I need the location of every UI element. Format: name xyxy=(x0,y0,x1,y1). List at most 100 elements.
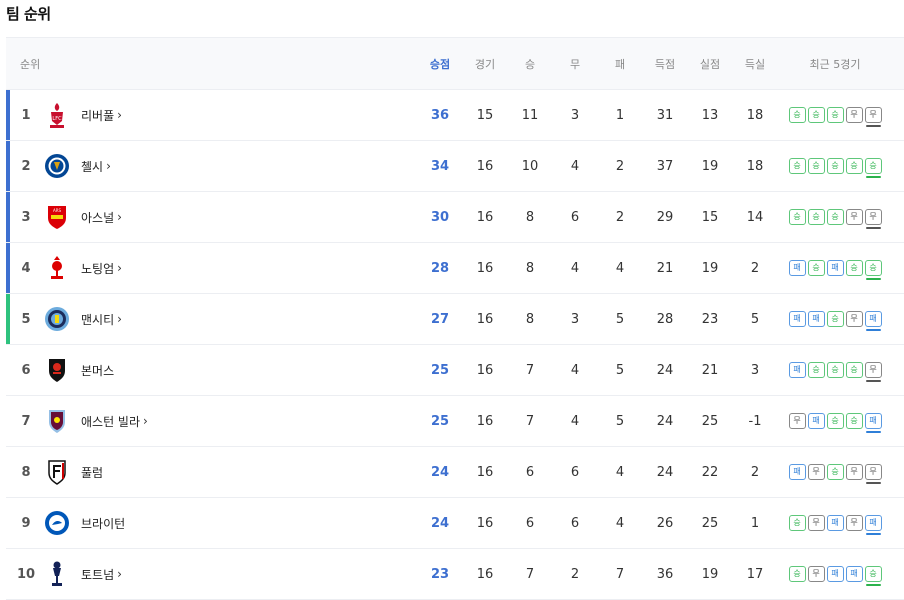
team-name-link[interactable]: 본머스 xyxy=(81,345,281,395)
chevron-right-icon: › xyxy=(106,159,111,173)
goal-diff: 3 xyxy=(750,362,760,378)
rank: 10 xyxy=(16,566,36,582)
points: 36 xyxy=(430,107,450,123)
form-badge: 승 xyxy=(788,158,806,174)
header-goals-against[interactable]: 실점 xyxy=(690,38,730,89)
form-badge: 무 xyxy=(845,464,863,480)
form-badge: 무 xyxy=(788,413,806,429)
table-row[interactable]: 1 LFC 리버풀 › 36 15 11 3 1 31 13 18 승 승 승 무 무 xyxy=(6,90,904,141)
form-badge: 무 xyxy=(845,209,863,225)
goal-diff: 18 xyxy=(746,107,764,123)
goal-diff: 14 xyxy=(746,209,764,225)
drawn: 4 xyxy=(570,413,580,429)
goals-against: 15 xyxy=(701,209,719,225)
rank: 4 xyxy=(21,260,31,276)
goals-for: 24 xyxy=(656,413,674,429)
goal-diff: 1 xyxy=(750,515,760,531)
form-badge: 승 xyxy=(864,566,882,586)
rank: 3 xyxy=(21,209,31,225)
form-badge: 패 xyxy=(845,566,863,582)
lost: 1 xyxy=(615,107,625,123)
lost: 4 xyxy=(615,515,625,531)
liverpool-crest-icon: LFC xyxy=(40,90,74,140)
form-badge: 승 xyxy=(826,158,844,174)
rank: 1 xyxy=(21,107,31,123)
team-name: 아스널 xyxy=(81,210,115,225)
header-played[interactable]: 경기 xyxy=(465,38,505,89)
header-drawn[interactable]: 무 xyxy=(555,38,595,89)
goals-for: 24 xyxy=(656,464,674,480)
team-name-link[interactable]: 노팅엄 › xyxy=(81,243,281,293)
goals-against: 13 xyxy=(701,107,719,123)
table-row[interactable]: 2 첼시 › 34 16 10 4 2 37 19 18 승 승 승 승 승 xyxy=(6,141,904,192)
lost: 5 xyxy=(615,362,625,378)
table-row[interactable]: 3 ARS 아스널 › 30 16 8 6 2 29 15 14 승 승 승 무 무 xyxy=(6,192,904,243)
arsenal-crest-icon: ARS xyxy=(40,192,74,242)
header-won[interactable]: 승 xyxy=(510,38,550,89)
form-badge: 무 xyxy=(845,311,863,327)
lost: 5 xyxy=(615,413,625,429)
recent-form: 승승승무무 xyxy=(781,90,889,140)
team-name-link[interactable]: 맨시티 › xyxy=(81,294,281,344)
form-badge: 패 xyxy=(788,362,806,378)
team-name-link[interactable]: 토트넘 › xyxy=(81,549,281,599)
goals-for: 37 xyxy=(656,158,674,174)
team-name-link[interactable]: 리버풀 › xyxy=(81,90,281,140)
team-name-link[interactable]: 브라이턴 xyxy=(81,498,281,548)
svg-text:ARS: ARS xyxy=(53,208,62,213)
chelsea-crest-icon xyxy=(40,141,74,191)
table-row[interactable]: 4 노팅엄 › 28 16 8 4 4 21 19 2 패 승 패 승 승 xyxy=(6,243,904,294)
goals-against: 21 xyxy=(701,362,719,378)
form-badge: 승 xyxy=(864,158,882,178)
goal-diff: 17 xyxy=(746,566,764,582)
header-goals-for[interactable]: 득점 xyxy=(645,38,685,89)
form-badge: 패 xyxy=(807,413,825,429)
rank: 5 xyxy=(21,311,31,327)
header-goal-diff[interactable]: 득실 xyxy=(735,38,775,89)
played: 16 xyxy=(476,464,494,480)
form-badge: 승 xyxy=(807,209,825,225)
played: 16 xyxy=(476,362,494,378)
table-row[interactable]: 10 토트넘 › 23 16 7 2 7 36 19 17 승 무 패 패 승 xyxy=(6,549,904,600)
form-badge: 무 xyxy=(864,464,882,484)
rank: 9 xyxy=(21,515,31,531)
chevron-right-icon: › xyxy=(143,414,148,428)
table-row[interactable]: 6 본머스 25 16 7 4 5 24 21 3 패 승 승 승 무 xyxy=(6,345,904,396)
lost: 2 xyxy=(615,158,625,174)
page-title: 팀 순위 xyxy=(6,5,51,23)
header-points[interactable]: 승점 xyxy=(420,38,460,89)
form-badge: 승 xyxy=(807,362,825,378)
recent-form: 패패승무패 xyxy=(781,294,889,344)
goals-against: 19 xyxy=(701,260,719,276)
team-name-link[interactable]: 풀럼 xyxy=(81,447,281,497)
won: 10 xyxy=(521,158,539,174)
table-row[interactable]: 8 풀럼 24 16 6 6 4 24 22 2 패 무 승 무 무 xyxy=(6,447,904,498)
team-name: 브라이턴 xyxy=(81,516,126,531)
points: 27 xyxy=(430,311,450,327)
goals-against: 19 xyxy=(701,158,719,174)
recent-form: 무패승승패 xyxy=(781,396,889,446)
team-name-link[interactable]: 첼시 › xyxy=(81,141,281,191)
won: 8 xyxy=(525,260,535,276)
form-badge: 승 xyxy=(826,209,844,225)
recent-form: 승무패무패 xyxy=(781,498,889,548)
drawn: 2 xyxy=(570,566,580,582)
won: 8 xyxy=(525,311,535,327)
form-badge: 승 xyxy=(807,107,825,123)
form-badge: 승 xyxy=(826,413,844,429)
recent-form: 승승승승승 xyxy=(781,141,889,191)
table-row[interactable]: 9 브라이턴 24 16 6 6 4 26 25 1 승 무 패 무 패 xyxy=(6,498,904,549)
form-badge: 승 xyxy=(864,260,882,280)
goal-diff: 5 xyxy=(750,311,760,327)
won: 7 xyxy=(525,413,535,429)
goal-diff: 18 xyxy=(746,158,764,174)
header-lost[interactable]: 패 xyxy=(600,38,640,89)
team-name-link[interactable]: 아스널 › xyxy=(81,192,281,242)
table-row[interactable]: 5 맨시티 › 27 16 8 3 5 28 23 5 패 패 승 무 패 xyxy=(6,294,904,345)
team-name: 토트넘 xyxy=(81,567,115,582)
team-name-link[interactable]: 애스턴 빌라 › xyxy=(81,396,281,446)
table-row[interactable]: 7 애스턴 빌라 › 25 16 7 4 5 24 25 -1 무 패 승 승 패 xyxy=(6,396,904,447)
chevron-right-icon: › xyxy=(117,567,122,581)
form-badge: 패 xyxy=(788,464,806,480)
lost: 7 xyxy=(615,566,625,582)
